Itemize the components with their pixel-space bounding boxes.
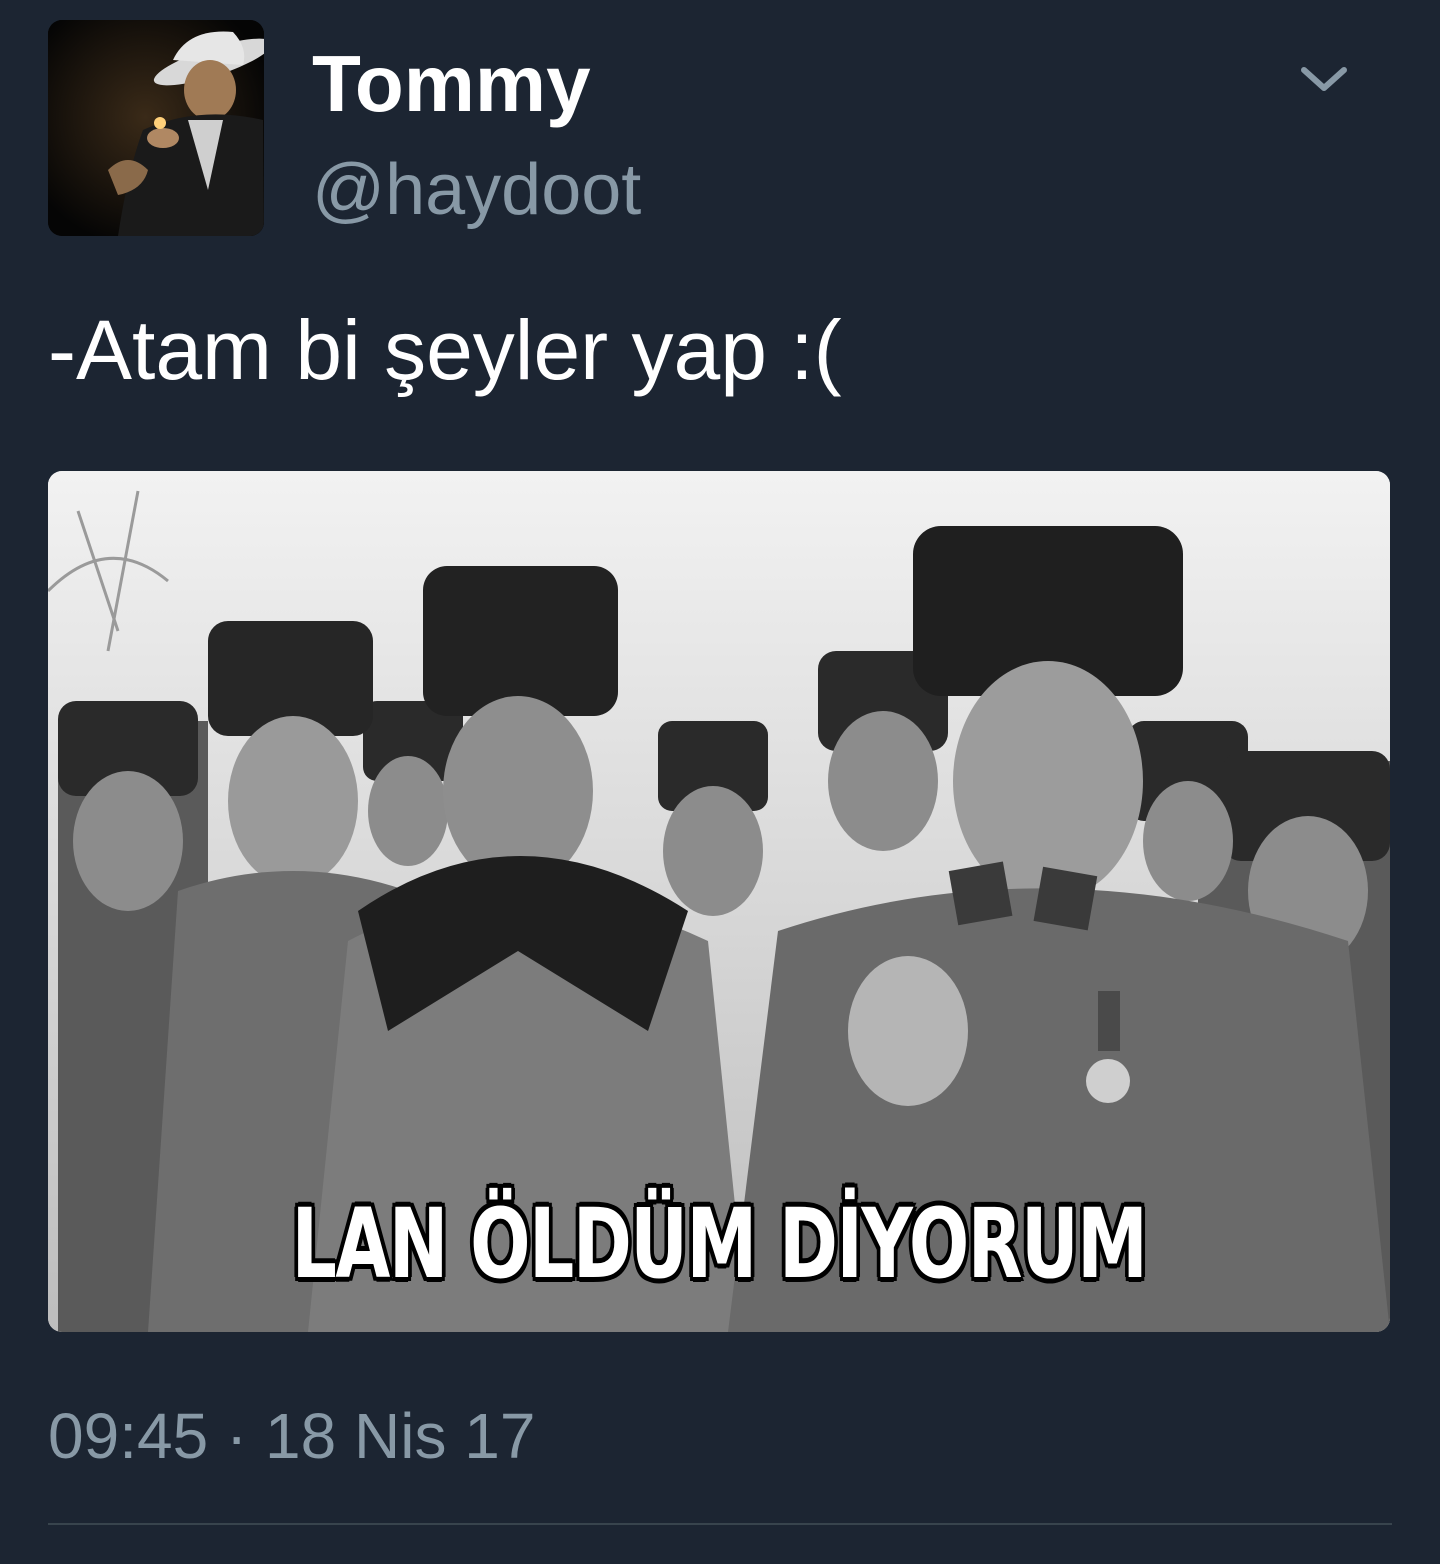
tweet-date: 18 Nis 17 xyxy=(265,1400,536,1472)
man-in-fedora-avatar-icon xyxy=(48,20,264,236)
author-display-name[interactable]: Tommy xyxy=(312,38,591,130)
timestamp-separator: · xyxy=(225,1400,248,1472)
meme-caption: LAN ÖLDÜM DİYORUM xyxy=(291,1188,1148,1300)
tweet-time: 09:45 xyxy=(48,1400,209,1472)
tweet-text: -Atam bi şeyler yap :( xyxy=(48,303,842,397)
tweet-media[interactable]: LAN ÖLDÜM DİYORUM xyxy=(48,471,1390,1332)
divider xyxy=(48,1523,1392,1525)
author-handle[interactable]: @haydoot xyxy=(312,150,641,230)
chevron-down-icon xyxy=(1301,67,1347,91)
tweet-menu-button[interactable] xyxy=(1298,62,1350,96)
tweet-timestamp[interactable]: 09:45 · 18 Nis 17 xyxy=(48,1398,535,1474)
author-avatar[interactable] xyxy=(48,20,264,236)
tweet: Tommy @haydoot -Atam bi şeyler yap :(LA… xyxy=(0,0,1440,1564)
